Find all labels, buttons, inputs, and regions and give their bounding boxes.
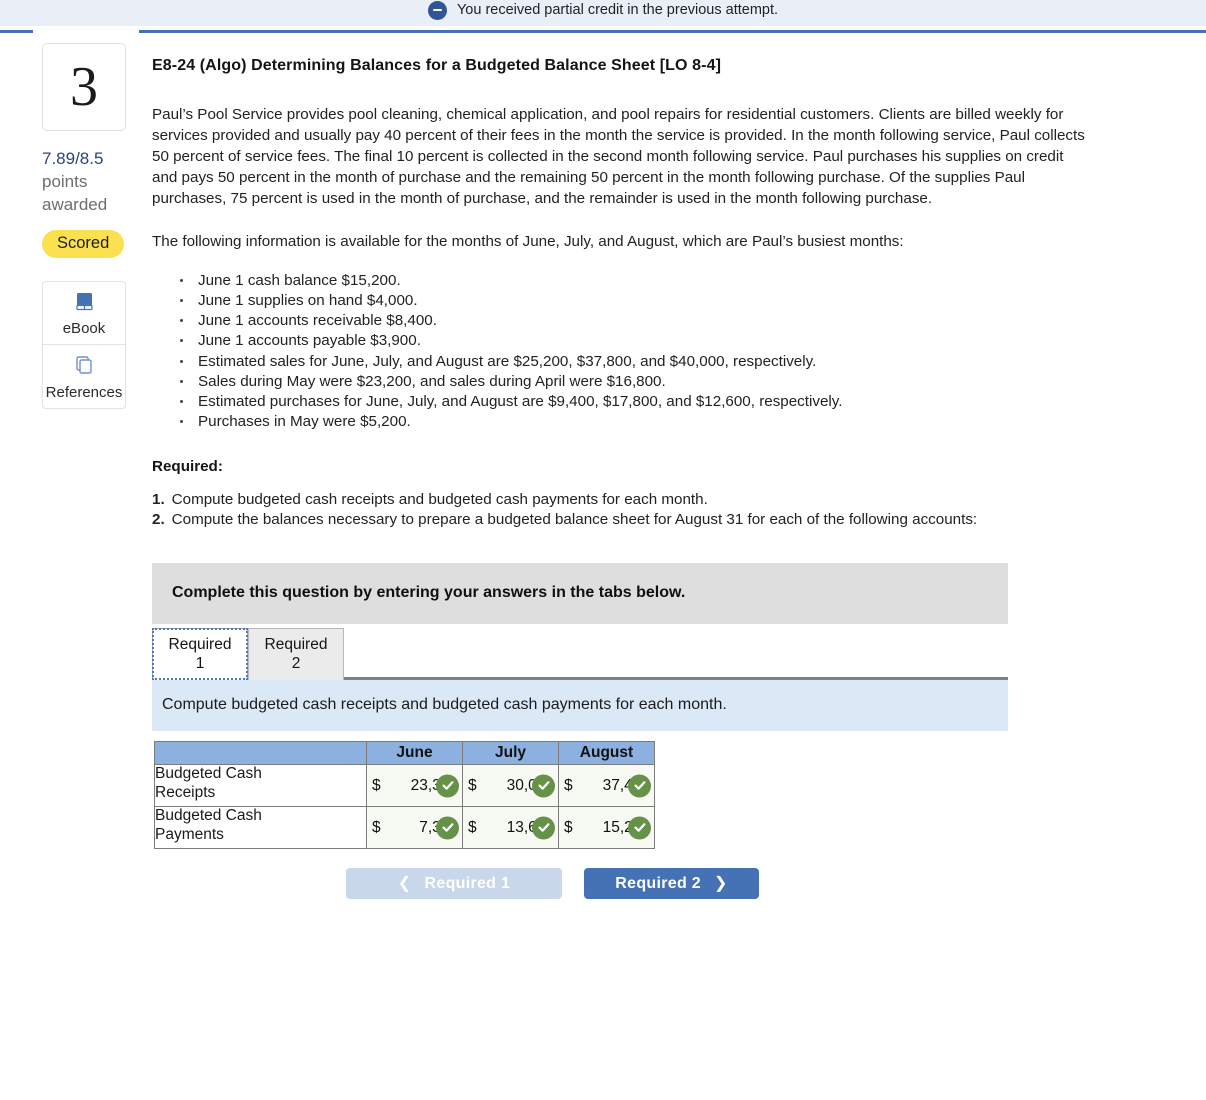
- correct-check-icon: [628, 816, 651, 840]
- question-rail: 3 7.89/8.5 points awarded Scored eBook R…: [0, 33, 150, 409]
- ebook-label: eBook: [62, 319, 106, 337]
- chevron-left-icon: ❮: [397, 874, 412, 892]
- currency-symbol: $: [372, 776, 381, 794]
- question-body: E8-24 (Algo) Determining Balances for a …: [150, 33, 1206, 900]
- row-label-line1: Budgeted Cash: [155, 765, 262, 783]
- cell-payments-june[interactable]: $ 7,300: [366, 806, 463, 850]
- list-item: Estimated purchases for June, July, and …: [180, 392, 1196, 412]
- partial-credit-alert: You received partial credit in the previ…: [0, 0, 1206, 26]
- cell-receipts-august[interactable]: $ 37,420: [558, 764, 655, 808]
- next-required-button[interactable]: Required 2 ❯: [584, 868, 759, 900]
- list-item: 1. Compute budgeted cash receipts and bu…: [152, 490, 1052, 511]
- ebook-button[interactable]: eBook: [43, 282, 125, 344]
- points-label-line1: points: [42, 171, 88, 191]
- minus-circle-icon: [427, 0, 447, 20]
- row-label-line2: Payments: [155, 825, 224, 843]
- corner-header: [154, 741, 367, 766]
- complete-instruction-bar: Complete this question by entering your …: [152, 562, 1008, 624]
- chevron-right-icon: ❯: [713, 874, 728, 892]
- currency-symbol: $: [564, 776, 573, 794]
- correct-check-icon: [436, 774, 459, 798]
- currency-symbol: $: [468, 818, 477, 836]
- correct-check-icon: [532, 774, 555, 798]
- requirements-list: 1. Compute budgeted cash receipts and bu…: [152, 490, 1196, 531]
- scenario-paragraph-2: The following information is available f…: [152, 232, 904, 250]
- cell-receipts-july[interactable]: $ 30,040: [462, 764, 559, 808]
- prev-required-label: Required 1: [424, 874, 511, 892]
- requirement-nav: ❮ Required 1 Required 2 ❯: [346, 868, 1008, 900]
- pages-icon: [72, 356, 96, 380]
- correct-check-icon: [532, 816, 555, 840]
- table-header-row: June July August: [154, 741, 655, 766]
- row-label-budgeted-cash-receipts: Budgeted Cash Receipts: [154, 764, 367, 808]
- list-item: Estimated sales for June, July, and Augu…: [180, 352, 1196, 372]
- list-item: 2. Compute the balances necessary to pre…: [152, 510, 1052, 531]
- list-item: Sales during May were $23,200, and sales…: [180, 372, 1196, 392]
- tab-required-1-line1: Required: [168, 635, 232, 653]
- requirement-number: 2.: [152, 511, 165, 529]
- table-row: Budgeted Cash Receipts $ 23,360 $ 30,040…: [154, 764, 655, 808]
- column-header-july: July: [462, 741, 559, 766]
- tab-required-1[interactable]: Required 1: [152, 627, 248, 681]
- column-header-august: August: [558, 741, 655, 766]
- list-item: June 1 accounts payable $3,900.: [180, 331, 1196, 351]
- requirement-text: Compute budgeted cash receipts and budge…: [171, 490, 708, 508]
- prev-required-button[interactable]: ❮ Required 1: [346, 868, 562, 900]
- currency-symbol: $: [468, 776, 477, 794]
- page-title: E8-24 (Algo) Determining Balances for a …: [152, 57, 721, 74]
- scenario-paragraph-1: Paul’s Pool Service provides pool cleani…: [152, 106, 1085, 207]
- next-required-label: Required 2: [615, 874, 701, 892]
- tab-required-1-line2: 1: [195, 655, 205, 673]
- tab-required-2-line2: 2: [291, 655, 301, 673]
- answer-widget: Complete this question by entering your …: [152, 562, 1008, 900]
- requirement-tabs: Required 1 Required 2: [152, 624, 1008, 681]
- column-header-june: June: [366, 741, 463, 766]
- correct-check-icon: [628, 774, 651, 798]
- row-label-line2: Receipts: [155, 783, 216, 801]
- references-button[interactable]: References: [43, 343, 125, 408]
- book-icon: [73, 292, 95, 316]
- list-item: June 1 supplies on hand $4,000.: [180, 291, 1196, 311]
- facts-list: June 1 cash balance $15,200. June 1 supp…: [152, 271, 1196, 433]
- cell-payments-august[interactable]: $ 15,200: [558, 806, 655, 850]
- list-item: June 1 accounts receivable $8,400.: [180, 311, 1196, 331]
- question-page: 3 7.89/8.5 points awarded Scored eBook R…: [0, 33, 1206, 900]
- points-awarded-value: 7.89/8.5: [42, 149, 104, 168]
- references-label: References: [45, 383, 123, 401]
- budget-answer-table: June July August Budgeted Cash Receipts: [154, 741, 655, 850]
- tool-stack: eBook References: [42, 280, 126, 409]
- row-label-line1: Budgeted Cash: [155, 807, 262, 825]
- tab-required-2[interactable]: Required 2: [248, 627, 344, 681]
- cell-receipts-june[interactable]: $ 23,360: [366, 764, 463, 808]
- required-heading: Required:: [152, 457, 223, 475]
- row-label-budgeted-cash-payments: Budgeted Cash Payments: [154, 806, 367, 850]
- points-label-line2: awarded: [42, 194, 108, 214]
- correct-check-icon: [436, 816, 459, 840]
- cell-payments-july[interactable]: $ 13,600: [462, 806, 559, 850]
- list-item: Purchases in May were $5,200.: [180, 412, 1196, 432]
- currency-symbol: $: [564, 818, 573, 836]
- question-number: 3: [70, 56, 98, 118]
- requirement-number: 1.: [152, 490, 165, 508]
- tab-required-2-line1: Required: [264, 635, 328, 653]
- currency-symbol: $: [372, 818, 381, 836]
- table-row: Budgeted Cash Payments $ 7,300: [154, 806, 655, 850]
- tab-prompt: Compute budgeted cash receipts and budge…: [152, 680, 1008, 732]
- status-badge: Scored: [42, 229, 125, 258]
- alert-content: You received partial credit in the previ…: [427, 0, 779, 20]
- alert-message: You received partial credit in the previ…: [456, 2, 779, 18]
- list-item: June 1 cash balance $15,200.: [180, 271, 1196, 291]
- question-number-box: 3: [42, 43, 126, 131]
- requirement-text: Compute the balances necessary to prepar…: [171, 511, 978, 529]
